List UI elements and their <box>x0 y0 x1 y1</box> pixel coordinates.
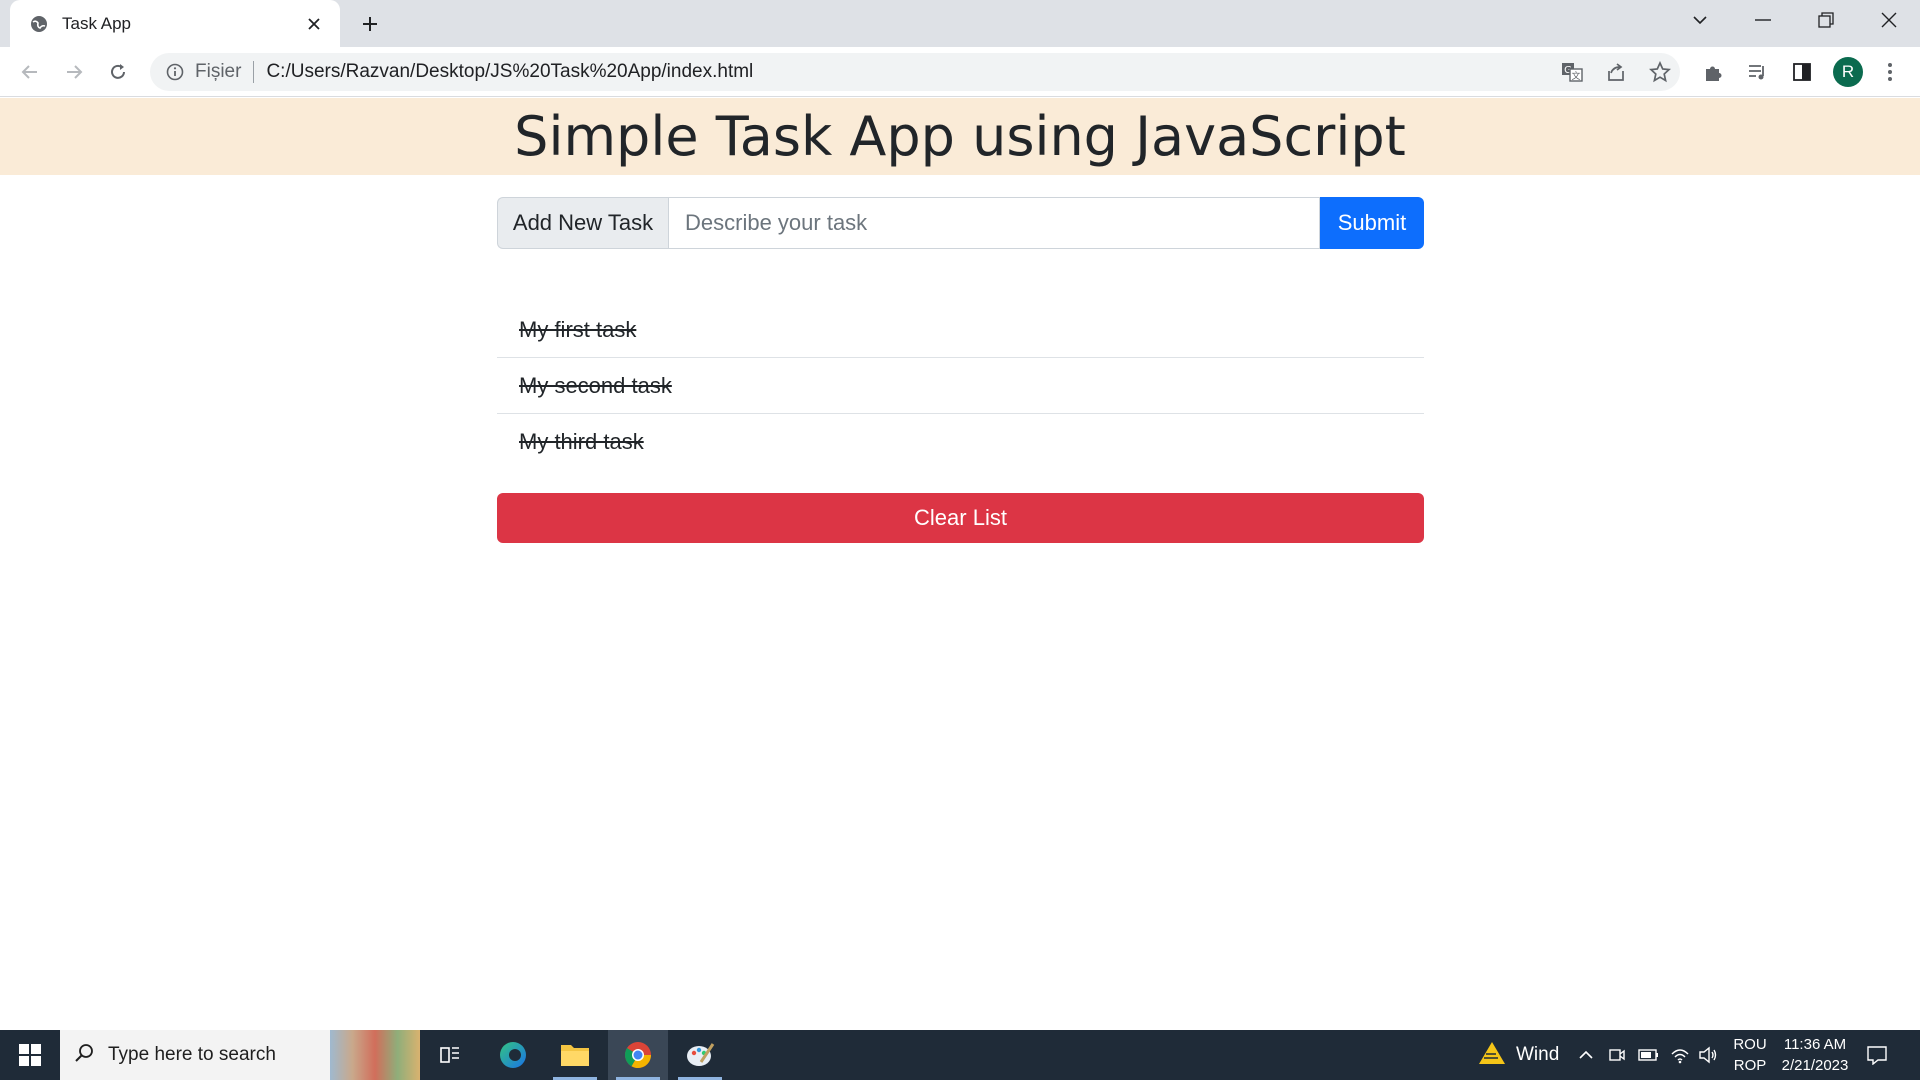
translate-icon[interactable]: G文 <box>1558 58 1586 86</box>
extensions-icon[interactable] <box>1700 58 1728 86</box>
chrome-icon[interactable] <box>608 1030 668 1080</box>
task-item[interactable]: My second task <box>497 358 1424 414</box>
file-explorer-icon[interactable] <box>545 1030 605 1080</box>
taskbar-search[interactable]: Type here to search <box>60 1030 420 1080</box>
weather-widget[interactable]: Wind <box>1478 1030 1559 1080</box>
language-code: ROU <box>1733 1036 1767 1053</box>
bookmark-star-icon[interactable] <box>1646 58 1674 86</box>
volume-icon[interactable] <box>1698 1030 1718 1080</box>
info-icon[interactable] <box>164 61 186 83</box>
search-highlight-image <box>330 1030 420 1080</box>
paint-icon[interactable] <box>670 1030 730 1080</box>
language-indicator[interactable]: ROU ROP <box>1730 1034 1770 1076</box>
address-bar[interactable]: Fișier C:/Users/Razvan/Desktop/JS%20Task… <box>150 53 1680 91</box>
show-hidden-icons-icon[interactable] <box>1578 1030 1594 1080</box>
svg-text:文: 文 <box>1571 70 1580 82</box>
wifi-icon[interactable] <box>1670 1030 1690 1080</box>
globe-icon <box>28 13 50 35</box>
weather-text: Wind <box>1516 1044 1560 1065</box>
add-task-form: Add New Task Submit <box>497 197 1424 249</box>
task-list: My first task My second task My third ta… <box>497 302 1424 470</box>
url-text[interactable]: C:/Users/Razvan/Desktop/JS%20Task%20App/… <box>266 61 753 83</box>
browser-tab[interactable]: Task App <box>10 0 340 47</box>
minimize-icon[interactable] <box>1733 0 1793 40</box>
windows-start-icon[interactable] <box>0 1030 60 1080</box>
battery-icon[interactable] <box>1638 1030 1660 1080</box>
tab-search-icon[interactable] <box>1670 0 1730 40</box>
notifications-icon[interactable] <box>1866 1030 1888 1080</box>
task-view-icon[interactable] <box>420 1030 480 1080</box>
task-input[interactable] <box>668 197 1320 249</box>
clear-list-button[interactable]: Clear List <box>497 493 1424 543</box>
new-tab-icon[interactable] <box>355 10 385 38</box>
reload-icon[interactable] <box>102 56 134 88</box>
clock[interactable]: 11:36 AM 2/21/2023 <box>1775 1034 1855 1076</box>
submit-button[interactable]: Submit <box>1320 197 1424 249</box>
tab-title: Task App <box>62 13 131 33</box>
weather-warning-icon <box>1478 1040 1506 1070</box>
keyboard-layout: ROP <box>1733 1057 1767 1074</box>
tab-strip: Task App <box>0 0 1920 47</box>
side-panel-icon[interactable] <box>1788 58 1816 86</box>
profile-avatar[interactable]: R <box>1833 57 1863 87</box>
menu-kebab-icon[interactable] <box>1876 58 1904 86</box>
page-content: Simple Task App using JavaScript Add New… <box>0 98 1920 1030</box>
omnibox-separator <box>253 61 255 83</box>
clock-date: 2/21/2023 <box>1781 1057 1849 1074</box>
taskbar: Type here to search Wind ROU ROP 11:36 A… <box>0 1030 1920 1080</box>
share-icon[interactable] <box>1602 58 1630 86</box>
task-item[interactable]: My third task <box>497 414 1424 470</box>
add-task-label: Add New Task <box>497 197 668 249</box>
close-window-icon[interactable] <box>1859 0 1919 40</box>
url-scheme-label: Fișier <box>195 61 242 82</box>
search-icon <box>74 1043 94 1068</box>
edge-browser-icon[interactable] <box>483 1030 543 1080</box>
search-placeholder: Type here to search <box>108 1044 276 1065</box>
forward-icon[interactable] <box>58 56 90 88</box>
task-item[interactable]: My first task <box>497 302 1424 358</box>
restore-icon[interactable] <box>1796 0 1856 40</box>
media-queue-icon[interactable] <box>1744 58 1772 86</box>
page-title: Simple Task App using JavaScript <box>514 105 1406 168</box>
page-header: Simple Task App using JavaScript <box>0 98 1920 175</box>
clock-time: 11:36 AM <box>1783 1036 1847 1053</box>
meet-icon[interactable] <box>1608 1030 1626 1080</box>
close-tab-icon[interactable] <box>302 12 326 36</box>
browser-toolbar: Fișier C:/Users/Razvan/Desktop/JS%20Task… <box>0 47 1920 97</box>
back-icon[interactable] <box>14 56 46 88</box>
